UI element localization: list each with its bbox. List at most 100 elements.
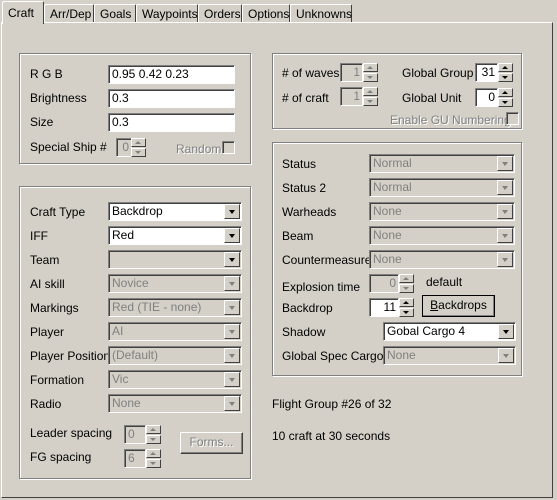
player-position-select[interactable]: (Default) <box>108 346 242 365</box>
dropdown-button[interactable] <box>224 372 240 387</box>
beam-select[interactable]: None <box>369 226 515 245</box>
increment-button[interactable] <box>399 298 414 307</box>
num-craft-stepper[interactable]: 1 <box>340 87 378 106</box>
backdrop-stepper[interactable]: 11 <box>369 298 414 317</box>
decrement-button[interactable] <box>399 284 414 293</box>
arrow-down-icon <box>135 151 141 154</box>
arrow-up-icon <box>150 428 156 431</box>
dropdown-button[interactable] <box>497 252 513 267</box>
dropdown-button[interactable] <box>224 396 240 411</box>
increment-button[interactable] <box>498 88 513 97</box>
chevron-down-icon <box>502 258 508 262</box>
countermeasures-select[interactable]: None <box>369 250 515 269</box>
random-checkbox[interactable] <box>222 141 235 154</box>
radio-label: Radio <box>30 397 62 411</box>
dropdown-button[interactable] <box>224 300 240 315</box>
global-unit-stepper[interactable]: 0 <box>475 88 513 107</box>
decrement-button[interactable] <box>131 148 146 157</box>
chevron-down-icon <box>502 186 508 190</box>
increment-button[interactable] <box>146 425 161 434</box>
dropdown-button[interactable] <box>497 204 513 219</box>
decrement-button[interactable] <box>399 308 414 317</box>
iff-select[interactable]: Red <box>108 226 242 245</box>
global-spec-cargo-label: Global Spec Cargo <box>282 349 384 363</box>
special-ship-value[interactable]: 0 <box>116 138 132 157</box>
brightness-input[interactable]: 0.3 <box>108 89 235 108</box>
shadow-label: Shadow <box>282 325 326 339</box>
global-group-value[interactable]: 31 <box>475 63 498 82</box>
backdrop-value[interactable]: 11 <box>369 298 399 317</box>
backdrops-button[interactable]: Backdrops <box>422 295 495 317</box>
arrow-down-icon <box>150 462 156 465</box>
ai-skill-select[interactable]: Novice <box>108 274 242 293</box>
shadow-select[interactable]: Gobal Cargo 4 <box>383 322 516 341</box>
arrow-up-icon <box>502 91 508 94</box>
increment-button[interactable] <box>146 449 161 458</box>
rgb-input[interactable]: 0.95 0.42 0.23 <box>108 65 235 84</box>
special-ship-stepper[interactable]: 0 <box>116 138 147 157</box>
markings-select[interactable]: Red (TIE - none) <box>108 298 242 317</box>
global-unit-label: Global Unit <box>402 91 462 105</box>
status-select[interactable]: Normal <box>369 154 515 173</box>
size-label: Size <box>30 115 54 129</box>
arrow-up-icon <box>403 277 409 280</box>
forms-button[interactable]: Forms... <box>180 432 243 454</box>
status-value: Normal <box>373 156 412 170</box>
increment-button[interactable] <box>131 138 146 147</box>
explosion-time-label: Explosion time <box>282 280 361 294</box>
radio-select[interactable]: None <box>108 394 242 413</box>
size-input[interactable]: 0.3 <box>108 113 235 132</box>
leader-spacing-stepper[interactable]: 0 <box>124 425 162 444</box>
arrow-up-icon <box>367 66 373 69</box>
dropdown-button[interactable] <box>224 228 240 243</box>
chevron-down-icon <box>229 330 235 334</box>
arrow-down-icon <box>367 76 373 79</box>
global-spec-cargo-select[interactable]: None <box>383 346 516 365</box>
increment-button[interactable] <box>399 274 414 283</box>
fg-spacing-value[interactable]: 6 <box>124 449 146 468</box>
decrement-button[interactable] <box>498 73 513 82</box>
enable-gu-checkbox[interactable] <box>506 112 519 125</box>
num-waves-stepper[interactable]: 1 <box>340 63 378 82</box>
decrement-button[interactable] <box>146 435 161 444</box>
increment-button[interactable] <box>363 87 378 96</box>
global-unit-value[interactable]: 0 <box>475 88 498 107</box>
num-craft-value[interactable]: 1 <box>340 87 363 106</box>
chevron-down-icon <box>502 210 508 214</box>
num-waves-value[interactable]: 1 <box>340 63 363 82</box>
formation-select[interactable]: Vic <box>108 370 242 389</box>
status2-select[interactable]: Normal <box>369 178 515 197</box>
increment-button[interactable] <box>363 63 378 72</box>
decrement-button[interactable] <box>363 73 378 82</box>
decrement-button[interactable] <box>146 459 161 468</box>
dropdown-button[interactable] <box>498 324 514 339</box>
dropdown-button[interactable] <box>224 252 240 267</box>
increment-button[interactable] <box>498 63 513 72</box>
chevron-down-icon <box>229 282 235 286</box>
explosion-time-value[interactable]: 0 <box>369 274 399 293</box>
leader-spacing-value[interactable]: 0 <box>124 425 146 444</box>
global-group-stepper[interactable]: 31 <box>475 63 513 82</box>
dropdown-button[interactable] <box>224 204 240 219</box>
dropdown-button[interactable] <box>497 180 513 195</box>
dropdown-button[interactable] <box>224 276 240 291</box>
warheads-select[interactable]: None <box>369 202 515 221</box>
dropdown-button[interactable] <box>497 228 513 243</box>
status-label: Status <box>282 157 317 171</box>
fg-spacing-stepper[interactable]: 6 <box>124 449 162 468</box>
explosion-time-stepper[interactable]: 0 <box>369 274 414 293</box>
backdrop-label: Backdrop <box>282 301 333 315</box>
dropdown-button[interactable] <box>224 348 240 363</box>
decrement-button[interactable] <box>363 97 378 106</box>
iff-label: IFF <box>30 229 48 243</box>
dropdown-button[interactable] <box>224 324 240 339</box>
warheads-label: Warheads <box>282 205 337 219</box>
dropdown-button[interactable] <box>498 348 514 363</box>
decrement-button[interactable] <box>498 98 513 107</box>
craft-type-select[interactable]: Backdrop <box>108 202 242 221</box>
dropdown-button[interactable] <box>497 156 513 171</box>
formation-label: Formation <box>30 373 85 387</box>
team-select[interactable] <box>108 250 242 269</box>
player-select[interactable]: AI <box>108 322 242 341</box>
craft-type-label: Craft Type <box>30 205 86 219</box>
